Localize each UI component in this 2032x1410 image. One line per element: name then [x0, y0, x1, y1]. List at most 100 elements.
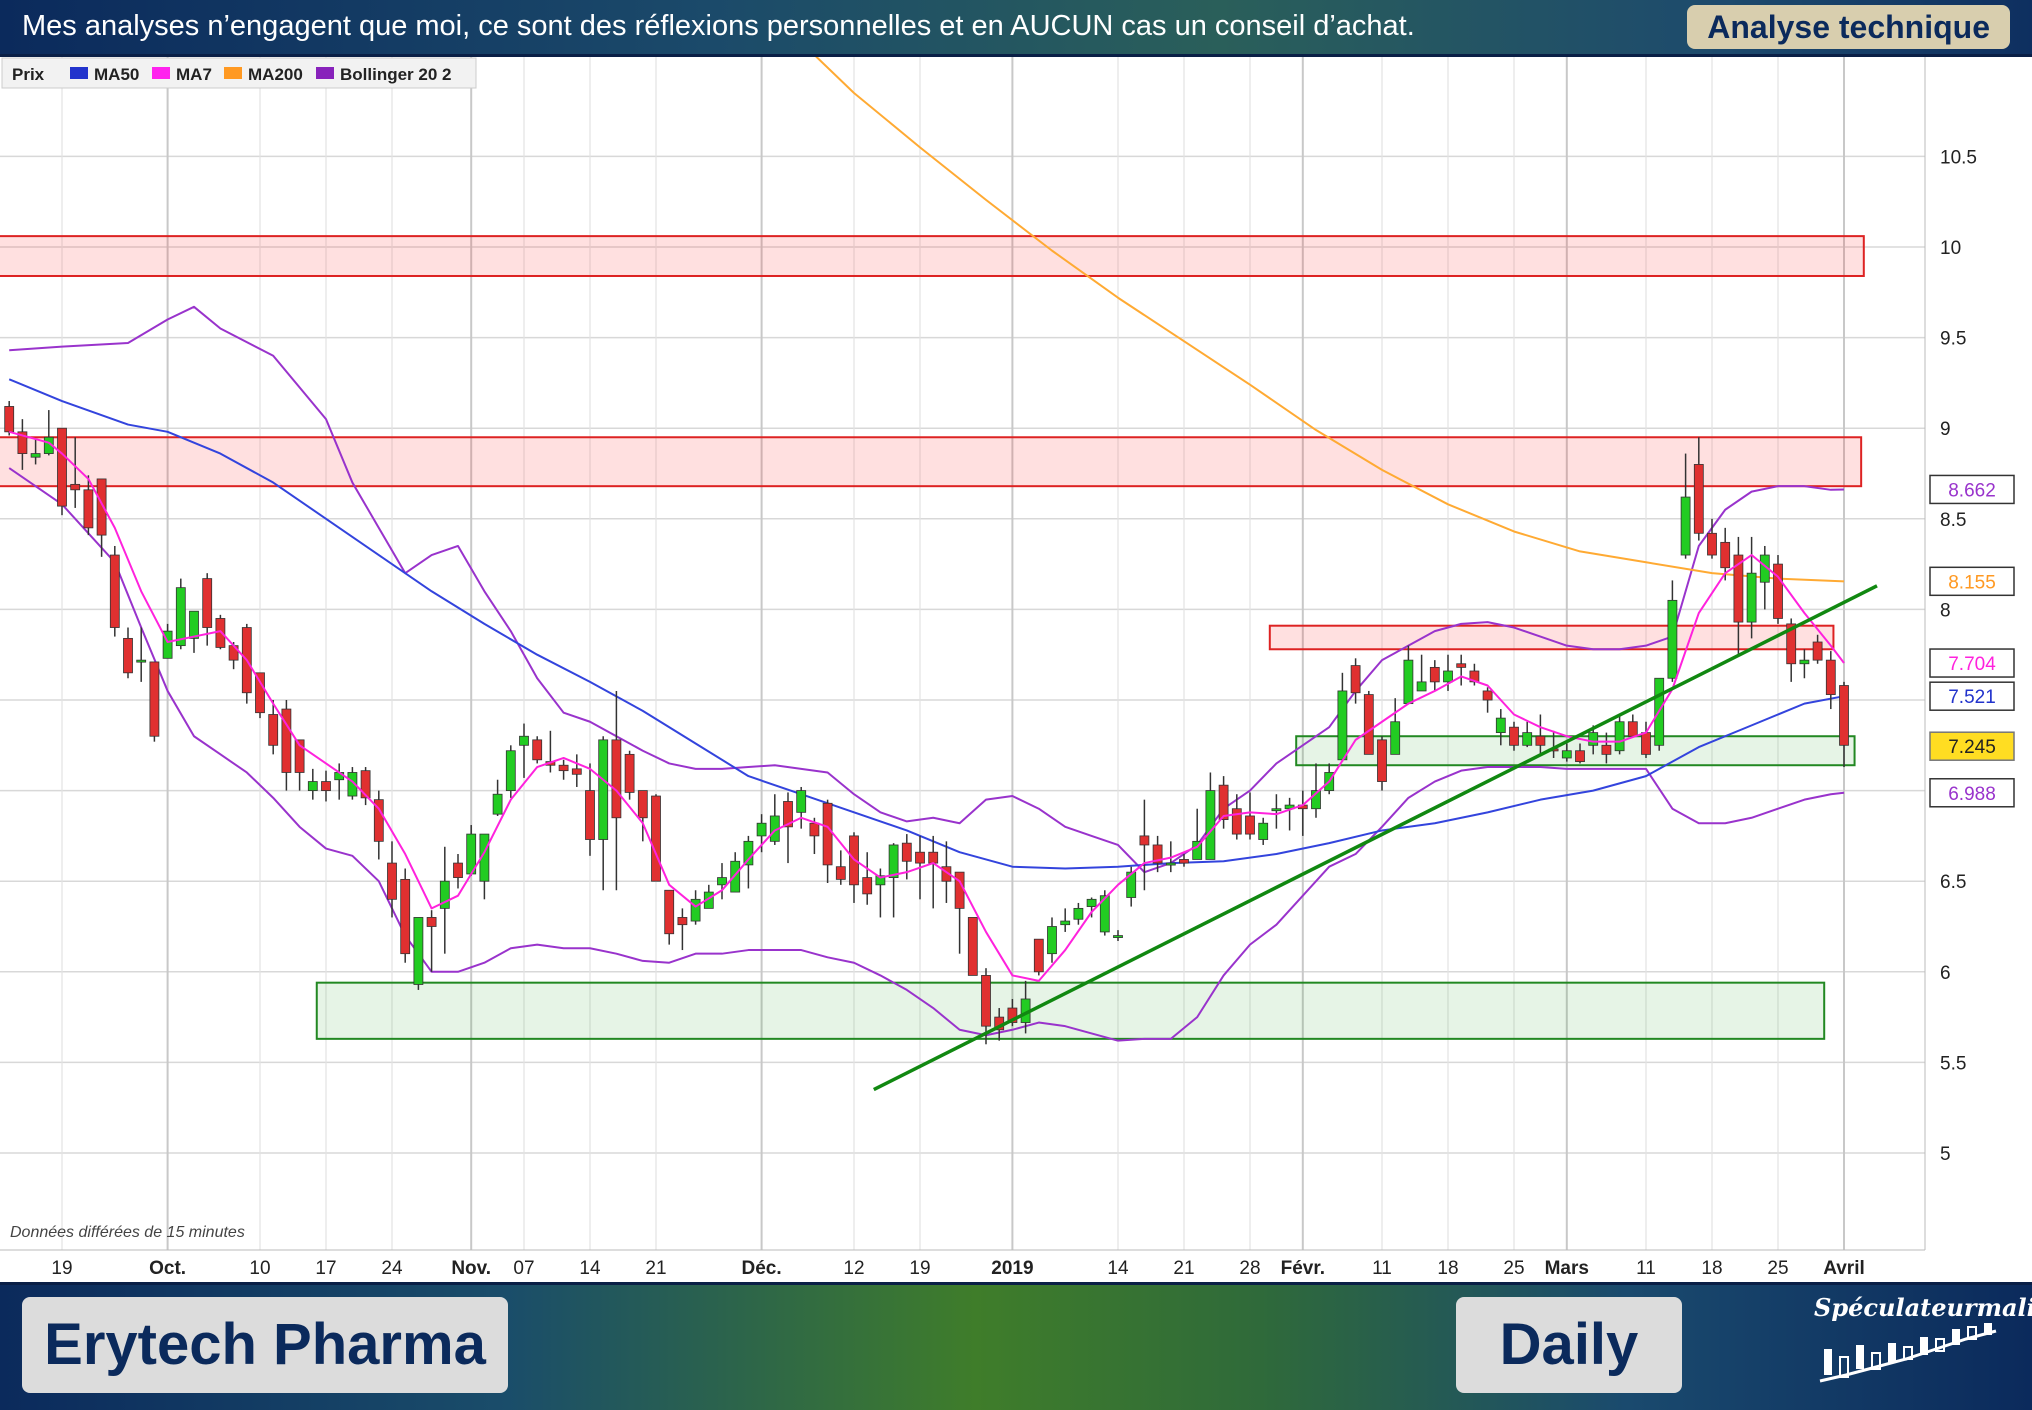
bottom-banner: Erytech Pharma Daily Spéculateurmalin	[0, 1282, 2032, 1410]
candle	[1482, 690, 1493, 701]
stock-name: Erytech Pharma	[22, 1297, 508, 1393]
x-tick-label: 17	[315, 1258, 336, 1279]
candle	[954, 871, 965, 909]
x-tick-label: 10	[249, 1258, 270, 1279]
candle	[1350, 665, 1361, 694]
candle	[967, 917, 978, 976]
candle	[1495, 717, 1506, 734]
candle	[1060, 920, 1071, 926]
x-tick-label: 18	[1701, 1258, 1722, 1279]
candle	[1812, 641, 1823, 661]
x-tick-label: 25	[1503, 1258, 1524, 1279]
legend-label: Bollinger 20 2	[340, 65, 451, 84]
candle	[888, 844, 899, 878]
price-tag-label: 6.988	[1948, 784, 1996, 805]
candle	[453, 862, 463, 878]
candle	[1575, 750, 1585, 763]
candle	[413, 917, 424, 985]
candle	[1799, 659, 1810, 665]
y-tick-label: 6.5	[1940, 872, 1966, 893]
candle	[677, 917, 688, 926]
x-tick-label: 25	[1767, 1258, 1788, 1279]
candle	[1231, 808, 1242, 835]
x-tick-label: Mars	[1545, 1258, 1589, 1279]
candle	[70, 483, 81, 491]
candle	[1271, 808, 1282, 812]
resistance-zone	[0, 436, 1863, 488]
x-tick-label: Nov.	[451, 1258, 491, 1279]
candle	[1403, 659, 1414, 705]
legend-label: MA50	[94, 65, 139, 84]
price-tag-label: 8.155	[1948, 572, 1996, 593]
x-tick-label: 12	[843, 1258, 864, 1279]
y-tick-label: 8.5	[1940, 510, 1966, 531]
candle	[928, 851, 939, 864]
resistance-zone	[0, 235, 1865, 277]
candle	[30, 453, 41, 458]
candle	[1588, 732, 1599, 746]
candle	[492, 793, 503, 815]
candle	[809, 822, 820, 837]
candle	[175, 587, 186, 647]
candle	[400, 878, 411, 955]
analysis-badge: Analyse technique	[1687, 5, 2010, 49]
x-tick-label: 19	[51, 1258, 72, 1279]
candle	[1773, 563, 1783, 619]
legend-label: Prix	[12, 65, 45, 84]
legend-label: MA200	[248, 65, 303, 84]
x-tick-label: Déc.	[742, 1258, 782, 1279]
candle	[1139, 835, 1150, 846]
candle	[1561, 750, 1572, 759]
x-tick-label: 14	[1107, 1258, 1129, 1279]
x-tick-label: 14	[579, 1258, 601, 1279]
logo-candles-icon	[1819, 1323, 1997, 1383]
candle	[1033, 938, 1044, 973]
legend-swatch	[224, 67, 242, 79]
candle	[598, 739, 609, 840]
candle	[651, 795, 661, 882]
x-tick-label: 11	[1636, 1258, 1656, 1279]
legend-swatch	[70, 67, 88, 79]
candle	[202, 578, 213, 628]
candle	[690, 898, 701, 922]
candle	[1667, 599, 1678, 679]
candle	[96, 478, 107, 536]
y-tick-label: 8	[1940, 600, 1951, 621]
delay-note: Données différées de 15 minutes	[10, 1224, 245, 1241]
candle	[189, 610, 199, 639]
chart-frame: Mes analyses n’engagent que moi, ce sont…	[0, 0, 2032, 1410]
candle	[1443, 670, 1453, 683]
candle	[981, 975, 991, 1027]
candle	[1720, 541, 1731, 569]
candle	[1509, 726, 1519, 746]
candle	[624, 753, 635, 793]
candle	[57, 427, 67, 507]
candle	[1377, 739, 1387, 782]
price-tag-label: 7.521	[1948, 687, 1996, 708]
candle	[1627, 721, 1638, 737]
candle	[1337, 690, 1348, 761]
candle	[862, 877, 873, 895]
logo: Spéculateurmalin	[1806, 1293, 2032, 1405]
candle	[519, 735, 529, 746]
candle	[756, 822, 767, 837]
y-tick-label: 5	[1940, 1144, 1951, 1165]
candle	[215, 618, 226, 648]
candle	[1641, 732, 1651, 755]
x-tick-label: 2019	[991, 1258, 1033, 1279]
candle	[1047, 926, 1057, 955]
candle	[1693, 464, 1704, 534]
candle	[109, 554, 120, 628]
candle	[1535, 735, 1546, 746]
candle	[1746, 572, 1757, 623]
y-tick-label: 6	[1940, 963, 1951, 984]
candle	[1522, 732, 1533, 746]
y-tick-label: 10	[1940, 238, 1961, 259]
price-tag-label: 7.245	[1948, 737, 1996, 758]
candle	[1205, 790, 1216, 860]
x-tick-label: 21	[645, 1258, 666, 1279]
candle	[822, 802, 833, 866]
legend: Prix MA50 MA7 MA200 Bollinger 20 2	[1, 57, 477, 89]
candle	[1165, 862, 1176, 866]
candle	[149, 661, 160, 737]
